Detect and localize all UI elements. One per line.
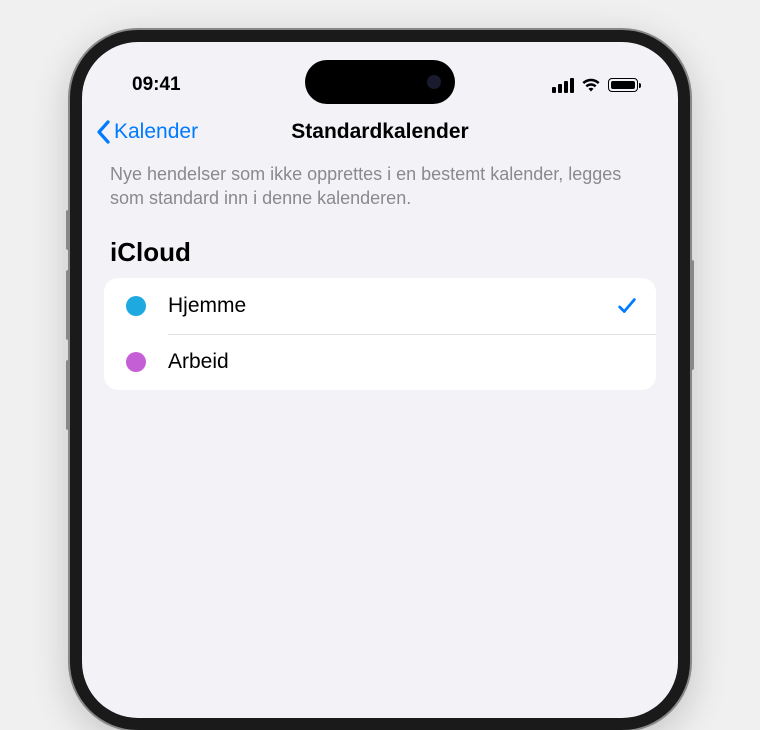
calendar-item-label: Hjemme bbox=[168, 294, 616, 318]
back-button[interactable]: Kalender bbox=[96, 120, 198, 144]
page-description: Nye hendelser som ikke opprettes i en be… bbox=[82, 158, 678, 229]
battery-icon bbox=[608, 78, 638, 92]
color-dot-icon bbox=[126, 352, 146, 372]
calendar-item-work[interactable]: Arbeid bbox=[104, 334, 656, 390]
cellular-icon bbox=[552, 78, 574, 93]
status-time: 09:41 bbox=[132, 74, 181, 96]
calendar-item-home[interactable]: Hjemme bbox=[104, 278, 656, 334]
color-dot-icon bbox=[126, 296, 146, 316]
dynamic-island bbox=[305, 60, 455, 104]
screen: 09:41 Kalender bbox=[82, 42, 678, 718]
section-header-icloud: iCloud bbox=[82, 229, 678, 278]
back-label: Kalender bbox=[114, 120, 198, 144]
wifi-icon bbox=[581, 78, 601, 93]
checkmark-icon bbox=[616, 295, 638, 317]
calendar-item-label: Arbeid bbox=[168, 350, 638, 374]
page-title: Standardkalender bbox=[291, 120, 468, 144]
chevron-left-icon bbox=[96, 120, 110, 144]
phone-frame: 09:41 Kalender bbox=[70, 30, 690, 730]
phone-side-button bbox=[690, 260, 694, 370]
status-indicators bbox=[552, 78, 638, 93]
calendar-list: Hjemme Arbeid bbox=[104, 278, 656, 390]
navigation-bar: Kalender Standardkalender bbox=[82, 104, 678, 158]
